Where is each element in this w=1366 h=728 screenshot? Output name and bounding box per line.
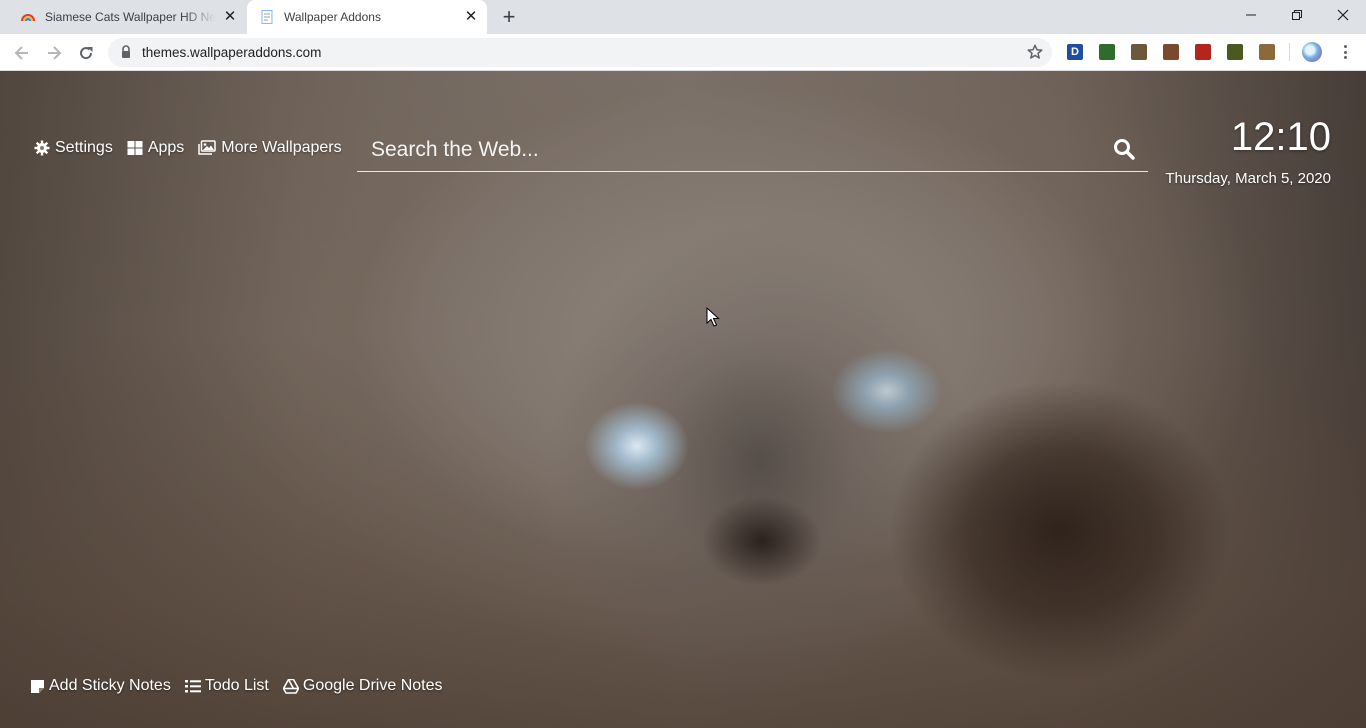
extension-icon[interactable] — [1227, 44, 1243, 60]
menu-dot-icon — [1343, 50, 1347, 54]
lock-icon — [122, 45, 130, 58]
settings-link[interactable]: Settings — [34, 139, 113, 157]
mouse-cursor-icon — [706, 307, 720, 327]
reload-icon — [80, 47, 93, 60]
todo-list-link[interactable]: Todo List — [184, 677, 269, 695]
star-icon[interactable] — [1026, 43, 1044, 61]
search-input[interactable] — [369, 135, 1093, 165]
profile-avatar[interactable] — [1302, 42, 1322, 62]
tab-wallpaper-addons[interactable]: Wallpaper Addons ✕ — [247, 0, 487, 34]
images-icon — [198, 140, 217, 155]
gear-icon — [34, 140, 50, 156]
arrow-left-icon — [14, 46, 28, 60]
settings-label: Settings — [55, 139, 113, 156]
restore-icon — [1292, 10, 1302, 20]
extension-icon[interactable] — [1259, 44, 1275, 60]
tab-strip: Siamese Cats Wallpaper HD New Tab ✕ Wall… — [0, 0, 1366, 34]
extension-icon[interactable] — [1099, 44, 1115, 60]
more-wallpapers-label: More Wallpapers — [221, 139, 342, 156]
apps-label: Apps — [147, 139, 185, 156]
restore-button[interactable] — [1274, 0, 1320, 30]
more-wallpapers-link[interactable]: More Wallpapers — [198, 139, 342, 157]
menu-dot-icon — [1343, 56, 1347, 59]
web-search-box — [357, 127, 1148, 172]
google-drive-icon — [282, 678, 299, 694]
minimize-button[interactable] — [1228, 0, 1274, 30]
sticky-note-icon — [31, 679, 44, 693]
menu-dot-icon — [1343, 45, 1347, 48]
drive-notes-label: Google Drive Notes — [302, 677, 443, 694]
extension-icon[interactable] — [1163, 44, 1179, 60]
rainbow-icon — [20, 9, 36, 25]
page-icon — [259, 9, 275, 25]
tab-siamese-cats[interactable]: Siamese Cats Wallpaper HD New Tab ✕ — [8, 0, 246, 34]
tab-title: Wallpaper Addons — [284, 10, 381, 24]
sticky-notes-label: Add Sticky Notes — [49, 677, 171, 694]
extension-icon[interactable] — [1131, 44, 1147, 60]
toolbar-divider — [1289, 43, 1290, 61]
minimize-icon — [1246, 14, 1256, 16]
clock-date: Thursday, March 5, 2020 — [1165, 170, 1331, 187]
browser-toolbar: themes.wallpaperaddons.com D — [0, 34, 1366, 71]
address-url: themes.wallpaperaddons.com — [142, 45, 322, 60]
extension-icon[interactable] — [1195, 44, 1211, 60]
close-tab-icon[interactable]: ✕ — [222, 9, 238, 25]
list-icon — [184, 679, 201, 692]
bottom-navigation: Add Sticky Notes Todo List Google Drive … — [30, 677, 457, 695]
address-bar[interactable]: themes.wallpaperaddons.com — [108, 38, 1052, 67]
arrow-right-icon — [48, 46, 62, 60]
forward-button[interactable] — [42, 41, 66, 65]
apps-link[interactable]: Apps — [127, 139, 184, 157]
todo-list-label: Todo List — [204, 677, 269, 694]
google-drive-notes-link[interactable]: Google Drive Notes — [282, 677, 443, 695]
wallpaper-background: Settings Apps More Wallpapers Search the… — [0, 71, 1366, 728]
clock-time: 12:10 — [1230, 115, 1331, 159]
add-sticky-notes-link[interactable]: Add Sticky Notes — [30, 677, 171, 695]
close-tab-icon[interactable]: ✕ — [463, 9, 479, 25]
d-extension-icon[interactable]: D — [1067, 44, 1083, 60]
reload-button[interactable] — [74, 41, 98, 65]
windows-grid-icon — [127, 141, 143, 155]
new-tab-button[interactable]: + — [498, 6, 520, 28]
search-icon[interactable] — [1112, 137, 1136, 161]
browser-menu-button[interactable] — [1337, 43, 1353, 61]
close-icon — [1337, 9, 1349, 21]
tab-title: Siamese Cats Wallpaper HD New Tab — [45, 10, 215, 24]
close-window-button[interactable] — [1320, 0, 1366, 30]
top-navigation: Settings Apps More Wallpapers — [34, 139, 356, 157]
back-button[interactable] — [10, 41, 34, 65]
